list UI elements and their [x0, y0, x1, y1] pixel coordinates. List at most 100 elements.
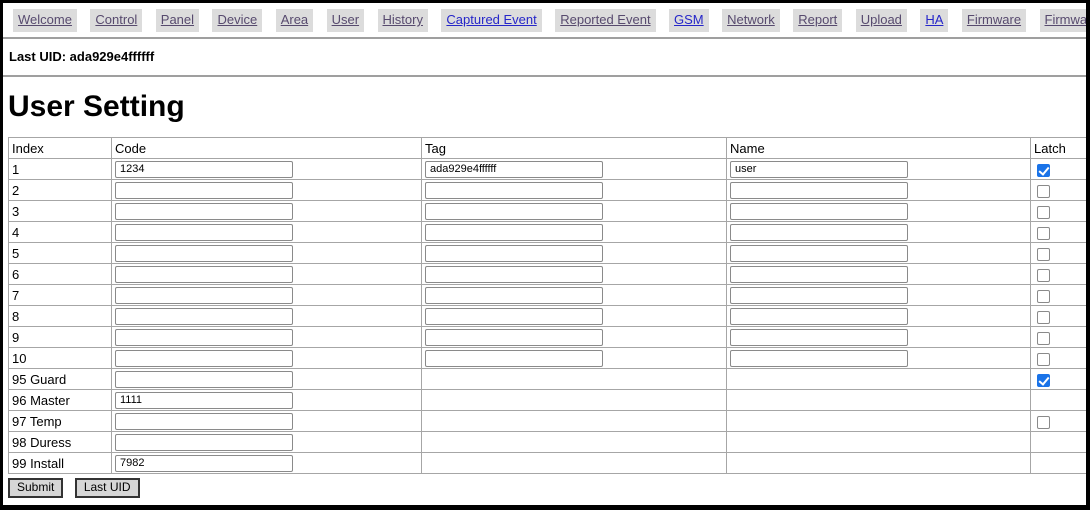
- name-cell: [727, 264, 1031, 285]
- tag-input-7[interactable]: [425, 287, 603, 304]
- code-cell: [112, 285, 422, 306]
- tag-input-10[interactable]: [425, 350, 603, 367]
- name-cell: [727, 222, 1031, 243]
- code-input-2[interactable]: [115, 182, 293, 199]
- latch-checkbox-2[interactable]: [1037, 185, 1050, 198]
- code-input-97[interactable]: [115, 413, 293, 430]
- table-row: 96 Master: [9, 390, 1087, 411]
- code-input-7[interactable]: [115, 287, 293, 304]
- table-row: 99 Install: [9, 453, 1087, 474]
- name-input-7[interactable]: [730, 287, 908, 304]
- table-row: 2: [9, 180, 1087, 201]
- nav-link-reported-event[interactable]: Reported Event: [560, 12, 650, 27]
- submit-button[interactable]: Submit: [8, 478, 63, 498]
- nav-link-user[interactable]: User: [332, 12, 359, 27]
- code-input-6[interactable]: [115, 266, 293, 283]
- header-index: Index: [9, 138, 112, 159]
- latch-checkbox-5[interactable]: [1037, 248, 1050, 261]
- latch-cell: [1031, 243, 1087, 264]
- latch-cell: [1031, 201, 1087, 222]
- header-name: Name: [727, 138, 1031, 159]
- name-input-3[interactable]: [730, 203, 908, 220]
- latch-checkbox-1[interactable]: [1037, 164, 1050, 177]
- name-cell: [727, 432, 1031, 453]
- tag-cell: [422, 348, 727, 369]
- button-row: Submit Last UID: [8, 478, 1086, 498]
- index-cell: 9: [9, 327, 112, 348]
- code-input-8[interactable]: [115, 308, 293, 325]
- latch-checkbox-95[interactable]: [1037, 374, 1050, 387]
- latch-cell: [1031, 327, 1087, 348]
- name-input-2[interactable]: [730, 182, 908, 199]
- index-cell: 7: [9, 285, 112, 306]
- latch-checkbox-4[interactable]: [1037, 227, 1050, 240]
- nav-link-welcome[interactable]: Welcome: [18, 12, 72, 27]
- nav-link-firmware[interactable]: Firmware: [967, 12, 1021, 27]
- index-cell: 8: [9, 306, 112, 327]
- code-cell: [112, 432, 422, 453]
- nav-link-upload[interactable]: Upload: [861, 12, 902, 27]
- tag-input-3[interactable]: [425, 203, 603, 220]
- tag-input-6[interactable]: [425, 266, 603, 283]
- nav-link-gsm[interactable]: GSM: [674, 12, 704, 27]
- name-input-6[interactable]: [730, 266, 908, 283]
- code-input-1[interactable]: [115, 161, 293, 178]
- tag-input-9[interactable]: [425, 329, 603, 346]
- latch-checkbox-3[interactable]: [1037, 206, 1050, 219]
- latch-cell: [1031, 369, 1087, 390]
- name-input-5[interactable]: [730, 245, 908, 262]
- tag-cell: [422, 411, 727, 432]
- nav-link-captured-event[interactable]: Captured Event: [446, 12, 536, 27]
- name-cell: [727, 369, 1031, 390]
- name-cell: [727, 180, 1031, 201]
- name-input-4[interactable]: [730, 224, 908, 241]
- table-row: 7: [9, 285, 1087, 306]
- header-tag: Tag: [422, 138, 727, 159]
- latch-checkbox-6[interactable]: [1037, 269, 1050, 282]
- latch-checkbox-9[interactable]: [1037, 332, 1050, 345]
- tag-input-2[interactable]: [425, 182, 603, 199]
- code-input-96[interactable]: [115, 392, 293, 409]
- table-row: 3: [9, 201, 1087, 222]
- nav-bar: Welcome Control Panel Device Area User H…: [3, 3, 1086, 37]
- name-input-1[interactable]: [730, 161, 908, 178]
- nav-link-device[interactable]: Device: [217, 12, 257, 27]
- code-input-4[interactable]: [115, 224, 293, 241]
- nav-link-firmware-rf[interactable]: Firmware/RF: [1045, 12, 1090, 27]
- latch-checkbox-7[interactable]: [1037, 290, 1050, 303]
- nav-link-panel[interactable]: Panel: [161, 12, 194, 27]
- tag-cell: [422, 369, 727, 390]
- latch-checkbox-8[interactable]: [1037, 311, 1050, 324]
- name-input-10[interactable]: [730, 350, 908, 367]
- tag-input-4[interactable]: [425, 224, 603, 241]
- page: Welcome Control Panel Device Area User H…: [0, 0, 1090, 510]
- name-input-9[interactable]: [730, 329, 908, 346]
- nav-item: Reported Event: [555, 9, 655, 32]
- last-uid-button[interactable]: Last UID: [75, 478, 140, 498]
- latch-checkbox-10[interactable]: [1037, 353, 1050, 366]
- code-input-3[interactable]: [115, 203, 293, 220]
- code-input-95[interactable]: [115, 371, 293, 388]
- nav-link-control[interactable]: Control: [95, 12, 137, 27]
- index-cell: 99 Install: [9, 453, 112, 474]
- code-input-5[interactable]: [115, 245, 293, 262]
- tag-input-8[interactable]: [425, 308, 603, 325]
- name-cell: [727, 348, 1031, 369]
- tag-input-5[interactable]: [425, 245, 603, 262]
- code-input-10[interactable]: [115, 350, 293, 367]
- nav-link-ha[interactable]: HA: [925, 12, 943, 27]
- nav-link-area[interactable]: Area: [281, 12, 308, 27]
- nav-link-network[interactable]: Network: [727, 12, 775, 27]
- header-code: Code: [112, 138, 422, 159]
- latch-checkbox-97[interactable]: [1037, 416, 1050, 429]
- name-input-8[interactable]: [730, 308, 908, 325]
- code-cell: [112, 369, 422, 390]
- code-input-98[interactable]: [115, 434, 293, 451]
- latch-cell: [1031, 159, 1087, 180]
- nav-link-report[interactable]: Report: [798, 12, 837, 27]
- nav-link-history[interactable]: History: [383, 12, 423, 27]
- table-row: 98 Duress: [9, 432, 1087, 453]
- code-input-99[interactable]: [115, 455, 293, 472]
- code-input-9[interactable]: [115, 329, 293, 346]
- tag-input-1[interactable]: [425, 161, 603, 178]
